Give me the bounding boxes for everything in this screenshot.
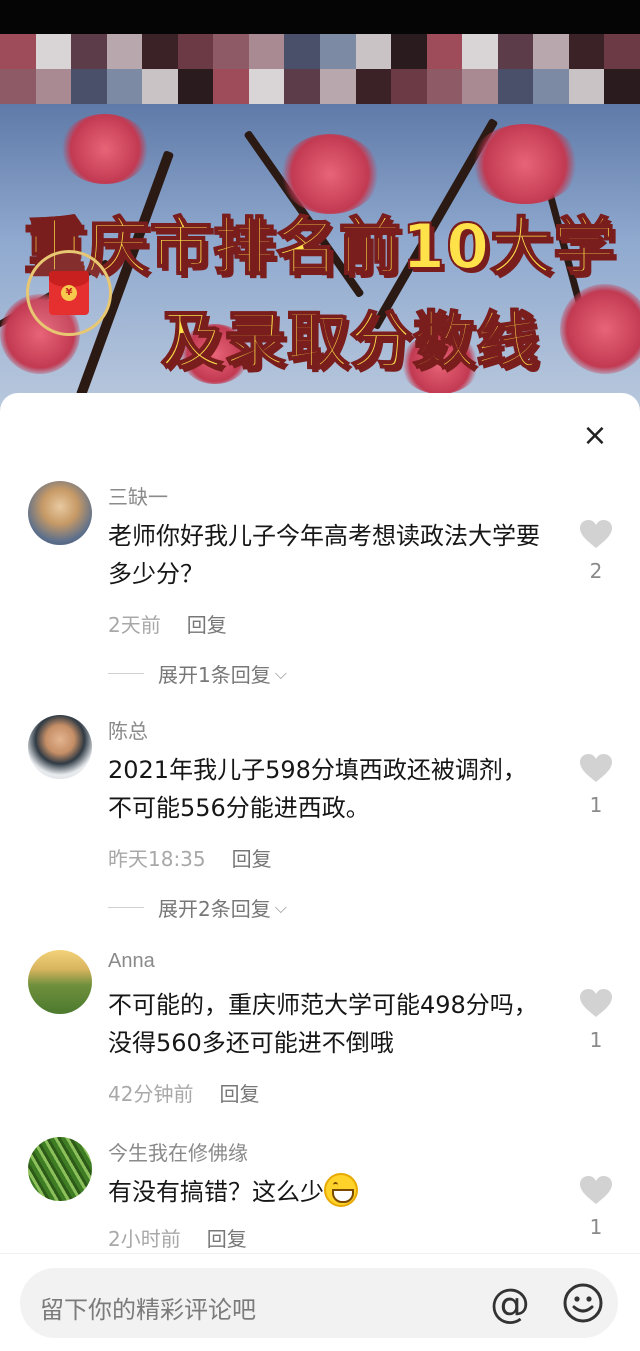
reply-button[interactable]: 回复 (187, 613, 227, 637)
like-button[interactable]: 1 (578, 753, 614, 817)
avatar[interactable] (28, 950, 92, 1014)
comments-panel: × 三缺一 老师你好我儿子今年高考想读政法大学要多少分？ 2天前 回复 2 展开1… (0, 393, 640, 1351)
close-button[interactable]: × (580, 421, 610, 451)
comment-time: 昨天18:35 (108, 847, 206, 871)
grinning-face-emoji-icon (324, 1173, 358, 1207)
comment-time: 42分钟前 (108, 1082, 194, 1106)
comment-username[interactable]: 今生我在修佛缘 (108, 1137, 248, 1166)
expand-replies-button[interactable]: 展开1条回复 ⌵ (108, 659, 287, 688)
avatar[interactable] (28, 715, 92, 779)
avatar[interactable] (28, 1137, 92, 1201)
like-count: 1 (589, 1215, 603, 1239)
comment-username[interactable]: Anna (108, 950, 155, 973)
comment-meta: 2天前 回复 (108, 609, 227, 638)
status-bar (0, 0, 640, 34)
red-envelope-icon: ¥ (49, 271, 89, 315)
reply-button[interactable]: 回复 (219, 1082, 259, 1106)
comment-meta: 2小时前 回复 (108, 1223, 247, 1252)
comment-input-bar: 留下你的精彩评论吧 @ (0, 1253, 640, 1351)
emoji-button[interactable] (562, 1282, 604, 1324)
red-envelope-button[interactable]: ¥ (26, 250, 112, 336)
comment-username[interactable]: 陈总 (108, 715, 148, 744)
heart-icon (580, 989, 612, 1017)
at-mention-button[interactable]: @ (488, 1282, 532, 1326)
comment-text: 老师你好我儿子今年高考想读政法大学要多少分？ (108, 522, 540, 588)
comment-time: 2小时前 (108, 1227, 181, 1251)
comment-meta: 昨天18:35 回复 (108, 843, 272, 872)
avatar[interactable] (28, 481, 92, 545)
like-count: 2 (589, 559, 603, 583)
comment-input[interactable]: 留下你的精彩评论吧 @ (20, 1268, 618, 1338)
comment-username[interactable]: 三缺一 (108, 481, 168, 510)
like-button[interactable]: 1 (578, 1175, 614, 1239)
like-button[interactable]: 2 (578, 519, 614, 583)
chevron-down-icon: ⌵ (274, 897, 287, 917)
comment-meta: 42分钟前 回复 (108, 1078, 259, 1107)
reply-button[interactable]: 回复 (232, 847, 272, 871)
comment-text: 2021年我儿子598分填西政还被调剂，不可能556分能进西政。 (108, 756, 527, 822)
comment-input-placeholder: 留下你的精彩评论吧 (40, 1296, 256, 1324)
like-count: 1 (589, 793, 603, 817)
smiley-icon (563, 1283, 603, 1323)
chevron-down-icon: ⌵ (274, 663, 287, 683)
like-button[interactable]: 1 (578, 988, 614, 1052)
heart-icon (580, 754, 612, 782)
heart-icon (580, 1176, 612, 1204)
video-player[interactable]: 重庆市排名前10大学 及录取分数线 ¥ (0, 0, 640, 410)
reply-button[interactable]: 回复 (207, 1227, 247, 1251)
comment-text: 不可能的，重庆师范大学可能498分吗，没得560多还可能进不倒哦 (108, 991, 538, 1057)
comment-time: 2天前 (108, 613, 161, 637)
comment-text: 有没有搞错？这么少 (108, 1173, 548, 1211)
like-count: 1 (589, 1028, 603, 1052)
expand-replies-button[interactable]: 展开2条回复 ⌵ (108, 893, 287, 922)
heart-icon (580, 520, 612, 548)
pixelated-region (0, 34, 640, 104)
